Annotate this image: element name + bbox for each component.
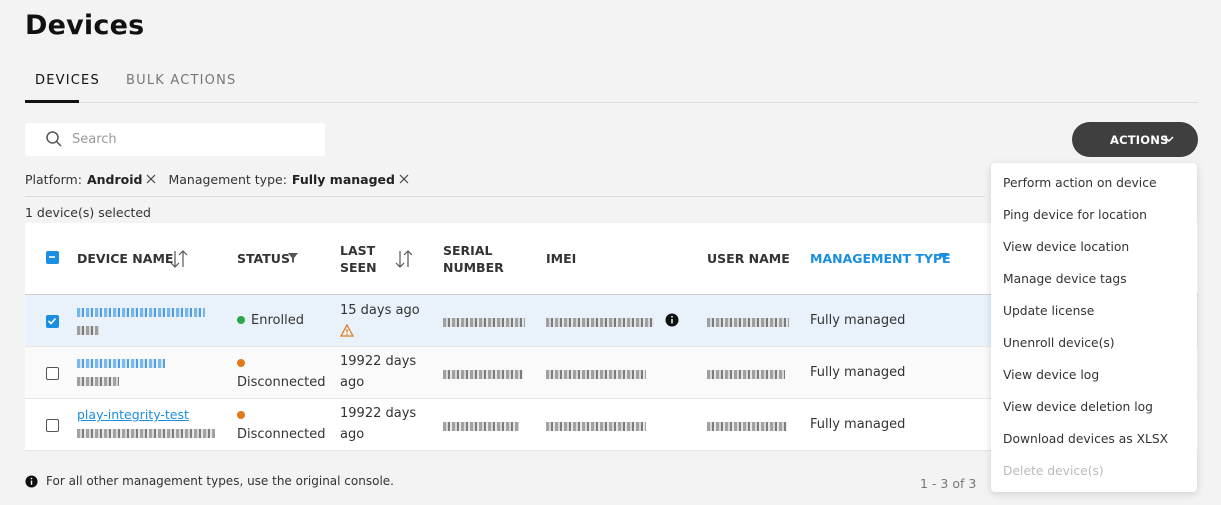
management-type: Fully managed: [810, 365, 906, 380]
warning-icon: [340, 324, 354, 337]
col-device-name[interactable]: DEVICE NAME: [77, 251, 173, 266]
device-subtitle: [77, 427, 215, 442]
sort-icon[interactable]: [170, 249, 188, 269]
tab-bar: DEVICES BULK ACTIONS: [25, 62, 1198, 103]
search-placeholder: Search: [72, 132, 117, 147]
col-last-seen-1[interactable]: LAST: [340, 243, 375, 258]
menu-item-perform-action[interactable]: Perform action on device: [1003, 176, 1157, 190]
menu-item-view-log[interactable]: View device log: [1003, 368, 1099, 382]
chevron-down-icon: [1164, 136, 1174, 143]
col-last-seen-2[interactable]: SEEN: [340, 260, 377, 275]
footer-note: For all other management types, use the …: [25, 474, 394, 488]
divider: [25, 196, 985, 197]
status-dot: [237, 411, 245, 419]
active-tab-indicator: [25, 100, 79, 103]
row-checkbox[interactable]: [46, 315, 59, 328]
menu-item-ping-location[interactable]: Ping device for location: [1003, 208, 1147, 222]
menu-item-update-license[interactable]: Update license: [1003, 304, 1094, 318]
last-seen-suffix: ago: [340, 427, 365, 442]
menu-item-view-location[interactable]: View device location: [1003, 240, 1129, 254]
selection-count: 1 device(s) selected: [25, 205, 151, 220]
last-seen: 19922 days: [340, 354, 417, 369]
filter-mgmt-label: Management type:: [168, 172, 287, 187]
actions-button[interactable]: ACTIONS: [1072, 122, 1198, 157]
row-checkbox[interactable]: [46, 367, 59, 380]
actions-dropdown-menu: Perform action on device Ping device for…: [991, 163, 1197, 492]
search-input[interactable]: Search: [25, 123, 325, 156]
user-name: [707, 316, 789, 331]
device-subtitle: [77, 375, 119, 390]
management-type: Fully managed: [810, 313, 906, 328]
remove-mgmt-filter-icon[interactable]: [399, 172, 409, 187]
menu-item-download-xlsx[interactable]: Download devices as XLSX: [1003, 432, 1168, 446]
user-name: [707, 368, 785, 383]
col-management-type[interactable]: MANAGEMENT TYPE: [810, 251, 951, 266]
last-seen: 19922 days: [340, 406, 417, 421]
last-seen: 15 days ago: [340, 303, 420, 318]
filter-platform-label: Platform:: [25, 172, 82, 187]
device-name-link[interactable]: [77, 306, 205, 321]
tab-devices[interactable]: DEVICES: [35, 73, 100, 88]
user-name: [707, 420, 787, 435]
menu-item-unenroll[interactable]: Unenroll device(s): [1003, 336, 1115, 350]
device-name-link[interactable]: play-integrity-test: [77, 407, 189, 422]
serial-number: [443, 368, 523, 383]
status-text: Enrolled: [251, 313, 304, 328]
device-name-link[interactable]: [77, 357, 165, 372]
status-dot: [237, 316, 245, 324]
row-checkbox[interactable]: [46, 419, 59, 432]
serial-number: [443, 316, 525, 331]
status-text: Disconnected: [237, 375, 326, 390]
filter-icon[interactable]: [288, 253, 298, 263]
select-all-checkbox[interactable]: [46, 251, 59, 264]
last-seen-suffix: ago: [340, 375, 365, 390]
filter-bar: Platform: Android Management type: Fully…: [25, 172, 421, 187]
footer-note-text: For all other management types, use the …: [46, 474, 394, 488]
filter-mgmt-value: Fully managed: [291, 172, 395, 187]
menu-item-manage-tags[interactable]: Manage device tags: [1003, 272, 1127, 286]
management-type: Fully managed: [810, 417, 906, 432]
col-user-name: USER NAME: [707, 251, 790, 266]
info-icon[interactable]: [665, 313, 679, 327]
tab-bulk-actions[interactable]: BULK ACTIONS: [126, 73, 236, 88]
filter-active-icon[interactable]: [939, 253, 949, 263]
imei-value: [546, 368, 646, 383]
status-cell: Enrolled: [237, 313, 304, 328]
status-dot: [237, 359, 245, 367]
actions-button-label: ACTIONS: [1110, 133, 1169, 147]
serial-number: [443, 420, 519, 435]
imei-value: [546, 316, 654, 331]
status-text: Disconnected: [237, 427, 326, 442]
page-title: Devices: [25, 10, 145, 41]
col-serial-1: SERIAL: [443, 243, 493, 258]
col-imei: IMEI: [546, 251, 577, 266]
search-icon: [46, 131, 62, 147]
sort-icon[interactable]: [395, 249, 413, 269]
filter-platform-value: Android: [86, 172, 143, 187]
pagination-info: 1 - 3 of 3: [920, 476, 977, 491]
col-status[interactable]: STATUS: [237, 251, 290, 266]
device-subtitle: [77, 324, 99, 339]
imei-value: [546, 420, 646, 435]
remove-platform-filter-icon[interactable]: [146, 172, 156, 187]
info-icon: [25, 474, 38, 488]
menu-item-delete: Delete device(s): [1003, 464, 1104, 478]
menu-item-view-deletion-log[interactable]: View device deletion log: [1003, 400, 1153, 414]
col-serial-2: NUMBER: [443, 260, 504, 275]
